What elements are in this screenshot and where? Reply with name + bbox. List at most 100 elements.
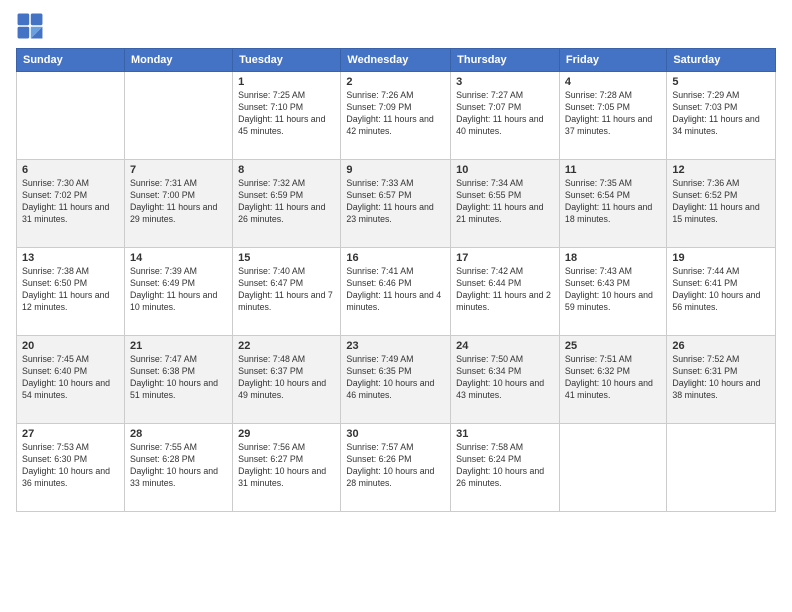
day-number: 14 <box>130 252 227 264</box>
day-number: 27 <box>22 428 119 440</box>
day-cell: 19 Sunrise: 7:44 AM Sunset: 6:41 PM Dayli… <box>667 248 776 336</box>
day-cell <box>559 424 666 512</box>
day-info: Sunrise: 7:57 AM Sunset: 6:26 PM Dayligh… <box>346 442 445 490</box>
day-info: Sunrise: 7:29 AM Sunset: 7:03 PM Dayligh… <box>672 90 770 138</box>
day-number: 19 <box>672 252 770 264</box>
day-info: Sunrise: 7:33 AM Sunset: 6:57 PM Dayligh… <box>346 178 445 226</box>
calendar-body: 1 Sunrise: 7:25 AM Sunset: 7:10 PM Daylig… <box>17 72 776 512</box>
day-number: 25 <box>565 340 661 352</box>
logo-icon <box>16 12 44 40</box>
day-cell: 6 Sunrise: 7:30 AM Sunset: 7:02 PM Daylig… <box>17 160 125 248</box>
day-cell: 9 Sunrise: 7:33 AM Sunset: 6:57 PM Daylig… <box>341 160 451 248</box>
day-number: 10 <box>456 164 554 176</box>
day-info: Sunrise: 7:25 AM Sunset: 7:10 PM Dayligh… <box>238 90 335 138</box>
day-info: Sunrise: 7:51 AM Sunset: 6:32 PM Dayligh… <box>565 354 661 402</box>
day-cell: 30Sunrise: 7:57 AM Sunset: 6:26 PM Dayli… <box>341 424 451 512</box>
day-info: Sunrise: 7:30 AM Sunset: 7:02 PM Dayligh… <box>22 178 119 226</box>
day-cell: 18 Sunrise: 7:43 AM Sunset: 6:43 PM Dayli… <box>559 248 666 336</box>
day-number: 21 <box>130 340 227 352</box>
day-cell: 5 Sunrise: 7:29 AM Sunset: 7:03 PM Daylig… <box>667 72 776 160</box>
day-number: 28 <box>130 428 227 440</box>
day-cell: 10 Sunrise: 7:34 AM Sunset: 6:55 PM Dayli… <box>451 160 560 248</box>
day-number: 7 <box>130 164 227 176</box>
day-info: Sunrise: 7:36 AM Sunset: 6:52 PM Dayligh… <box>672 178 770 226</box>
header-day-tuesday: Tuesday <box>233 49 341 72</box>
day-info: Sunrise: 7:39 AM Sunset: 6:49 PM Dayligh… <box>130 266 227 314</box>
day-info: Sunrise: 7:50 AM Sunset: 6:34 PM Dayligh… <box>456 354 554 402</box>
calendar-table: SundayMondayTuesdayWednesdayThursdayFrid… <box>16 48 776 512</box>
day-info: Sunrise: 7:56 AM Sunset: 6:27 PM Dayligh… <box>238 442 335 490</box>
day-cell: 2Sunrise: 7:26 AM Sunset: 7:09 PM Daylig… <box>341 72 451 160</box>
day-number: 29 <box>238 428 335 440</box>
day-number: 2 <box>346 76 445 88</box>
day-cell: 16Sunrise: 7:41 AM Sunset: 6:46 PM Dayli… <box>341 248 451 336</box>
day-cell: 12Sunrise: 7:36 AM Sunset: 6:52 PM Dayli… <box>667 160 776 248</box>
day-cell: 29 Sunrise: 7:56 AM Sunset: 6:27 PM Dayli… <box>233 424 341 512</box>
day-number: 22 <box>238 340 335 352</box>
day-cell: 11 Sunrise: 7:35 AM Sunset: 6:54 PM Dayli… <box>559 160 666 248</box>
day-number: 4 <box>565 76 661 88</box>
header-day-wednesday: Wednesday <box>341 49 451 72</box>
day-number: 6 <box>22 164 119 176</box>
day-cell: 27Sunrise: 7:53 AM Sunset: 6:30 PM Dayli… <box>17 424 125 512</box>
day-number: 3 <box>456 76 554 88</box>
day-info: Sunrise: 7:42 AM Sunset: 6:44 PM Dayligh… <box>456 266 554 314</box>
day-number: 15 <box>238 252 335 264</box>
header-day-thursday: Thursday <box>451 49 560 72</box>
day-cell: 25 Sunrise: 7:51 AM Sunset: 6:32 PM Dayli… <box>559 336 666 424</box>
day-cell <box>124 72 232 160</box>
day-cell: 17 Sunrise: 7:42 AM Sunset: 6:44 PM Dayli… <box>451 248 560 336</box>
day-number: 5 <box>672 76 770 88</box>
day-cell: 8Sunrise: 7:32 AM Sunset: 6:59 PM Daylig… <box>233 160 341 248</box>
day-cell: 15Sunrise: 7:40 AM Sunset: 6:47 PM Dayli… <box>233 248 341 336</box>
day-cell: 14 Sunrise: 7:39 AM Sunset: 6:49 PM Dayli… <box>124 248 232 336</box>
day-info: Sunrise: 7:49 AM Sunset: 6:35 PM Dayligh… <box>346 354 445 402</box>
day-number: 17 <box>456 252 554 264</box>
day-cell: 4Sunrise: 7:28 AM Sunset: 7:05 PM Daylig… <box>559 72 666 160</box>
day-info: Sunrise: 7:38 AM Sunset: 6:50 PM Dayligh… <box>22 266 119 314</box>
day-cell: 13 Sunrise: 7:38 AM Sunset: 6:50 PM Dayli… <box>17 248 125 336</box>
day-cell <box>667 424 776 512</box>
day-number: 18 <box>565 252 661 264</box>
calendar-header: SundayMondayTuesdayWednesdayThursdayFrid… <box>17 49 776 72</box>
calendar-page: SundayMondayTuesdayWednesdayThursdayFrid… <box>0 0 792 612</box>
day-info: Sunrise: 7:27 AM Sunset: 7:07 PM Dayligh… <box>456 90 554 138</box>
day-cell: 23 Sunrise: 7:49 AM Sunset: 6:35 PM Dayli… <box>341 336 451 424</box>
day-number: 20 <box>22 340 119 352</box>
day-cell: 7 Sunrise: 7:31 AM Sunset: 7:00 PM Daylig… <box>124 160 232 248</box>
day-cell <box>17 72 125 160</box>
day-info: Sunrise: 7:34 AM Sunset: 6:55 PM Dayligh… <box>456 178 554 226</box>
header <box>16 12 776 40</box>
day-number: 11 <box>565 164 661 176</box>
day-cell: 20 Sunrise: 7:45 AM Sunset: 6:40 PM Dayli… <box>17 336 125 424</box>
day-info: Sunrise: 7:43 AM Sunset: 6:43 PM Dayligh… <box>565 266 661 314</box>
day-cell: 3 Sunrise: 7:27 AM Sunset: 7:07 PM Daylig… <box>451 72 560 160</box>
day-info: Sunrise: 7:52 AM Sunset: 6:31 PM Dayligh… <box>672 354 770 402</box>
day-number: 16 <box>346 252 445 264</box>
week-row-0: 1 Sunrise: 7:25 AM Sunset: 7:10 PM Daylig… <box>17 72 776 160</box>
day-cell: 24Sunrise: 7:50 AM Sunset: 6:34 PM Dayli… <box>451 336 560 424</box>
day-info: Sunrise: 7:44 AM Sunset: 6:41 PM Dayligh… <box>672 266 770 314</box>
day-info: Sunrise: 7:45 AM Sunset: 6:40 PM Dayligh… <box>22 354 119 402</box>
day-number: 9 <box>346 164 445 176</box>
day-info: Sunrise: 7:55 AM Sunset: 6:28 PM Dayligh… <box>130 442 227 490</box>
day-info: Sunrise: 7:48 AM Sunset: 6:37 PM Dayligh… <box>238 354 335 402</box>
day-number: 23 <box>346 340 445 352</box>
week-row-1: 6 Sunrise: 7:30 AM Sunset: 7:02 PM Daylig… <box>17 160 776 248</box>
day-cell: 22 Sunrise: 7:48 AM Sunset: 6:37 PM Dayli… <box>233 336 341 424</box>
day-number: 13 <box>22 252 119 264</box>
logo <box>16 12 48 40</box>
day-cell: 1 Sunrise: 7:25 AM Sunset: 7:10 PM Daylig… <box>233 72 341 160</box>
day-number: 8 <box>238 164 335 176</box>
day-info: Sunrise: 7:35 AM Sunset: 6:54 PM Dayligh… <box>565 178 661 226</box>
day-cell: 28 Sunrise: 7:55 AM Sunset: 6:28 PM Dayli… <box>124 424 232 512</box>
day-info: Sunrise: 7:58 AM Sunset: 6:24 PM Dayligh… <box>456 442 554 490</box>
day-number: 1 <box>238 76 335 88</box>
week-row-2: 13 Sunrise: 7:38 AM Sunset: 6:50 PM Dayli… <box>17 248 776 336</box>
day-cell: 21Sunrise: 7:47 AM Sunset: 6:38 PM Dayli… <box>124 336 232 424</box>
header-day-saturday: Saturday <box>667 49 776 72</box>
week-row-4: 27Sunrise: 7:53 AM Sunset: 6:30 PM Dayli… <box>17 424 776 512</box>
header-day-monday: Monday <box>124 49 232 72</box>
header-row: SundayMondayTuesdayWednesdayThursdayFrid… <box>17 49 776 72</box>
day-info: Sunrise: 7:31 AM Sunset: 7:00 PM Dayligh… <box>130 178 227 226</box>
